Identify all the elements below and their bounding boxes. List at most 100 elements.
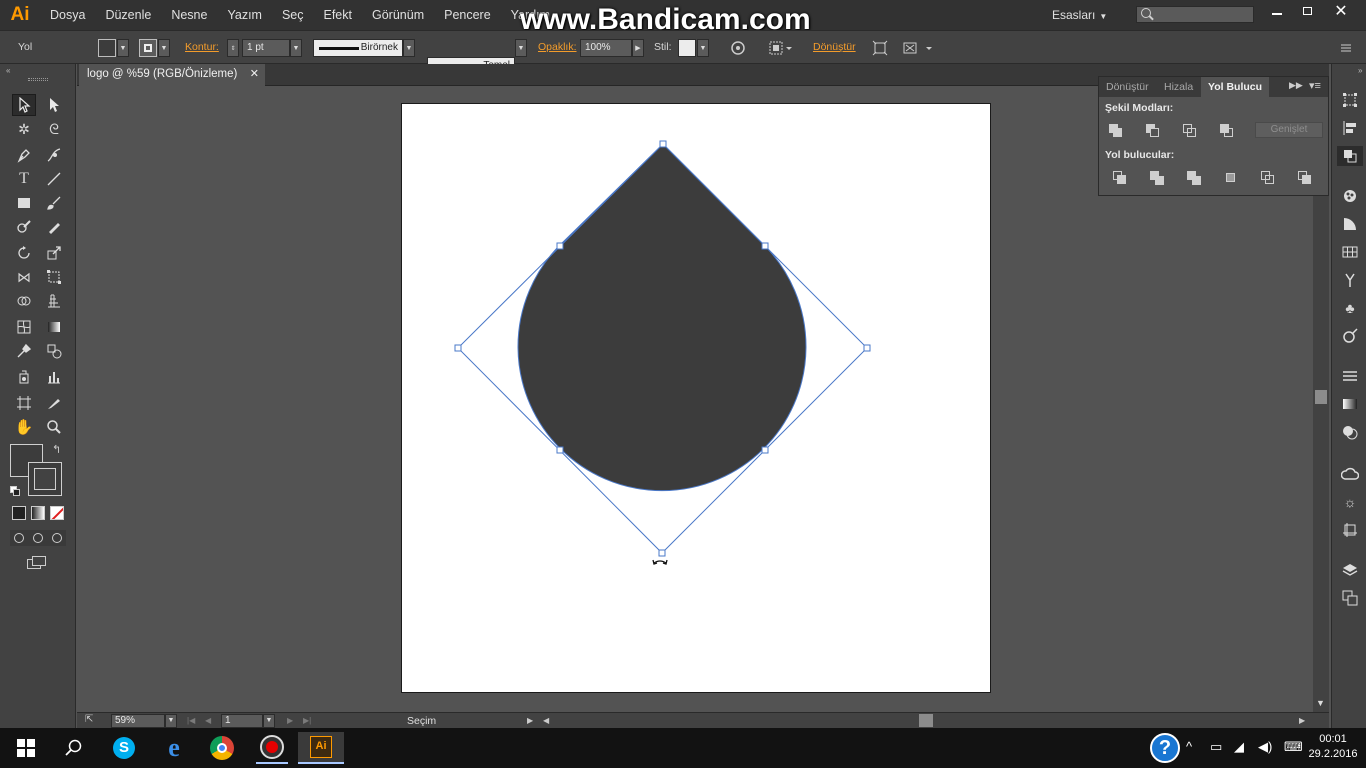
line-segment-tool[interactable] [42,168,66,190]
teardrop-shape[interactable] [517,143,807,492]
color-mode-button[interactable] [12,506,26,520]
expand-dock-icon[interactable]: » [1358,66,1362,75]
direct-selection-tool[interactable] [42,94,66,116]
hand-tool[interactable]: ✋ [12,416,36,438]
swap-colors-icon[interactable]: ↰ [52,443,61,456]
default-colors-icon[interactable] [10,486,20,496]
share-icon[interactable]: ⇱ [85,714,101,728]
artboard-dropdown[interactable]: ▼ [263,714,275,728]
screen-mode-icon[interactable] [27,556,47,570]
gradient-mode-button[interactable] [31,506,45,520]
free-transform-tool[interactable] [42,266,66,288]
menu-duzenle[interactable]: Düzenle [95,0,161,30]
previous-artboard-icon[interactable]: ◀ [205,714,211,728]
draw-behind-icon[interactable] [33,533,43,543]
curvature-tool[interactable] [42,144,66,166]
width-tool[interactable]: ⋈ [12,266,36,288]
fill-dropdown[interactable]: ▼ [117,39,129,57]
vertical-scroll-thumb[interactable] [1315,390,1327,404]
swatches-panel-icon[interactable] [1340,242,1360,262]
menu-efekt[interactable]: Efekt [314,0,363,30]
blend-tool[interactable] [42,340,66,362]
draw-normal-icon[interactable] [14,533,24,543]
perspective-grid-tool[interactable] [42,290,66,312]
gradient-tool[interactable] [42,316,66,338]
profile-dropdown[interactable]: ▼ [403,39,415,57]
stroke-weight-field[interactable]: 1 pt [242,39,290,57]
collapse-panel-icon[interactable]: « [6,66,10,75]
graphic-styles-icon[interactable] [1340,326,1360,346]
chrome-taskbar-icon[interactable] [206,732,238,764]
illustrator-taskbar-icon[interactable]: Ai [298,732,344,764]
pencil-tool[interactable] [42,216,66,238]
workspace-switcher[interactable]: Esasları ▼ [1052,0,1107,30]
volume-icon[interactable]: ◀) [1258,739,1272,755]
slice-tool[interactable] [42,392,66,414]
column-graph-tool[interactable] [42,366,66,388]
magic-wand-tool[interactable]: ✲ [12,118,36,140]
rectangle-tool[interactable] [12,192,36,214]
layers-panel-icon[interactable] [1340,560,1360,580]
network-icon[interactable]: ◢ [1234,739,1244,755]
minimize-button[interactable] [1262,0,1292,22]
stroke-dropdown[interactable]: ▼ [158,39,170,57]
stroke-color-swatch[interactable] [28,462,62,496]
type-tool[interactable]: T [12,168,36,190]
opacity-slider-toggle[interactable]: ▶ [632,39,644,57]
recolor-artwork-icon[interactable] [730,40,746,56]
transform-panel-link[interactable]: Dönüştür [813,41,856,53]
unite-button[interactable] [1108,123,1126,139]
stroke-weight-dropdown[interactable]: ▼ [290,39,302,57]
none-mode-button[interactable] [50,506,64,520]
status-menu-arrow-icon[interactable]: ▶ [527,714,533,728]
keyboard-icon[interactable]: ⌨ [1284,739,1303,755]
variable-width-profile[interactable]: Birörnek [313,39,403,57]
stroke-panel-icon[interactable] [1340,366,1360,386]
tab-pathfinder[interactable]: Yol Bulucu [1201,77,1270,97]
graphic-style-swatch[interactable] [678,39,696,57]
clock[interactable]: 00:01 29.2.2016 [1305,732,1361,762]
intersect-button[interactable] [1182,123,1200,139]
merge-button[interactable] [1186,170,1204,186]
fill-swatch[interactable] [98,39,116,57]
paintbrush-tool[interactable] [42,192,66,214]
creative-cloud-libraries-icon[interactable] [1340,464,1360,484]
stroke-swatch[interactable] [139,39,157,57]
eyedropper-tool[interactable] [12,340,36,362]
zoom-tool[interactable] [42,416,66,438]
menu-yazim[interactable]: Yazım [217,0,272,30]
zoom-dropdown[interactable]: ▼ [165,714,177,728]
outline-button[interactable] [1260,170,1278,186]
first-artboard-icon[interactable]: |◀ [187,714,195,728]
transparency-panel-icon[interactable] [1340,422,1360,442]
minus-back-button[interactable] [1297,170,1315,186]
help-search-input[interactable] [1136,6,1254,23]
menu-gorunum[interactable]: Görünüm [362,0,434,30]
opacity-panel-link[interactable]: Opaklık: [538,41,577,53]
scale-tool[interactable] [42,242,66,264]
color-guide-icon[interactable] [1340,186,1360,206]
stroke-weight-stepper[interactable]: ⇕ [227,39,239,57]
restore-button[interactable] [1292,0,1322,22]
close-button[interactable]: ✕ [1326,0,1356,22]
panel-menu-icon[interactable] [1338,40,1354,56]
artboards-panel-icon[interactable] [1340,520,1360,540]
isolate-object-icon[interactable] [872,40,888,56]
scroll-down-arrow-icon[interactable]: ▼ [1316,698,1325,708]
draw-inside-icon[interactable] [52,533,62,543]
power-icon[interactable]: ▭ [1210,739,1222,755]
next-artboard-icon[interactable]: ▶ [287,714,293,728]
artboard-number-field[interactable]: 1 [221,714,263,728]
exclude-button[interactable] [1219,123,1237,139]
scroll-right-arrow-icon[interactable]: ▶ [1299,714,1305,728]
selection-tool[interactable] [12,94,36,116]
tab-transform[interactable]: Dönüştür [1099,77,1156,97]
pen-tool[interactable] [12,144,36,166]
expand-button[interactable]: Genişlet [1255,122,1323,138]
mesh-tool[interactable] [12,316,36,338]
align-options-icon[interactable] [768,40,794,56]
menu-nesne[interactable]: Nesne [161,0,217,30]
zoom-field[interactable]: 59% [111,714,165,728]
arrange-documents-icon[interactable] [902,40,934,56]
document-tab[interactable]: logo @ %59 (RGB/Önizleme) ✕ [79,64,265,86]
